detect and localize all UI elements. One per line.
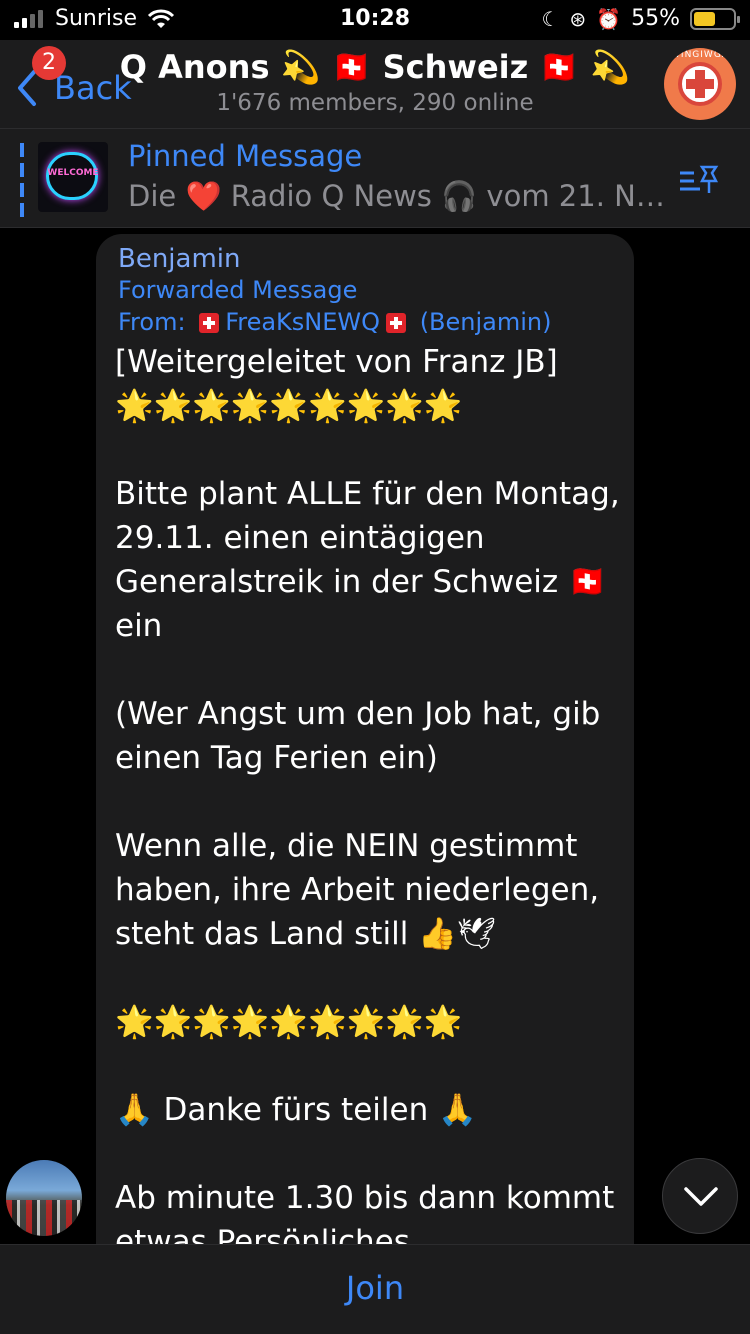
from-author: (Benjamin) (419, 308, 552, 336)
chat-avatar[interactable]: WINGIWGA (664, 48, 736, 120)
chat-header: Back 2 Q Anons 💫 🇨🇭 Schweiz 🇨🇭 💫 1'676 m… (0, 40, 750, 128)
pin-list-icon[interactable] (678, 163, 722, 197)
rotation-lock-icon: ⊛ (569, 6, 587, 31)
alarm-icon: ⏰ (596, 6, 622, 31)
chat-subtitle: 1'676 members, 290 online (216, 90, 534, 116)
bottom-bar: Join (0, 1244, 750, 1334)
avatar-cross-horizontal (686, 79, 714, 89)
sender-avatar[interactable] (6, 1160, 82, 1236)
battery-percent: 55% (631, 6, 680, 31)
chat-title[interactable]: Q Anons 💫 🇨🇭 Schweiz 🇨🇭 💫 (0, 48, 750, 86)
swiss-flag-icon (386, 313, 407, 333)
status-right: ☾ ⊛ ⏰ 55% (541, 6, 740, 31)
pinned-text: Die ❤️ Radio Q News 🎧 vom 21. Nov... (128, 179, 668, 213)
avatar-photo (6, 1200, 82, 1236)
scroll-down-button[interactable] (662, 1158, 738, 1234)
join-button[interactable]: Join (0, 1269, 750, 1307)
battery-icon (690, 7, 740, 30)
thumbnail-text: WELCOME (47, 168, 99, 178)
message-text: [Weitergeleitet von Franz JB] 🌟🌟🌟🌟🌟🌟🌟🌟🌟 … (115, 344, 620, 1260)
pinned-thumbnail: WELCOME (38, 142, 108, 212)
avatar-text: WINGIWGA (671, 50, 729, 60)
forwarded-label: Forwarded Message (118, 276, 358, 304)
moon-icon: ☾ (541, 6, 560, 31)
from-label: From: (118, 308, 186, 336)
message-sender[interactable]: Benjamin (118, 244, 241, 274)
status-bar: Sunrise 10:28 ☾ ⊛ ⏰ 55% (0, 0, 750, 40)
chevron-down-icon (684, 1187, 718, 1206)
pinned-message-bar[interactable]: WELCOME Pinned Message Die ❤️ Radio Q Ne… (0, 128, 750, 228)
from-source: FreaKsNEWQ (225, 308, 381, 336)
pinned-indicator (20, 143, 24, 217)
swiss-flag-icon (199, 313, 220, 333)
pinned-title: Pinned Message (128, 139, 363, 173)
message-bubble[interactable]: Benjamin Forwarded Message From: FreaKsN… (96, 234, 634, 1274)
forwarded-from[interactable]: From: FreaKsNEWQ (Benjamin) (118, 308, 552, 336)
